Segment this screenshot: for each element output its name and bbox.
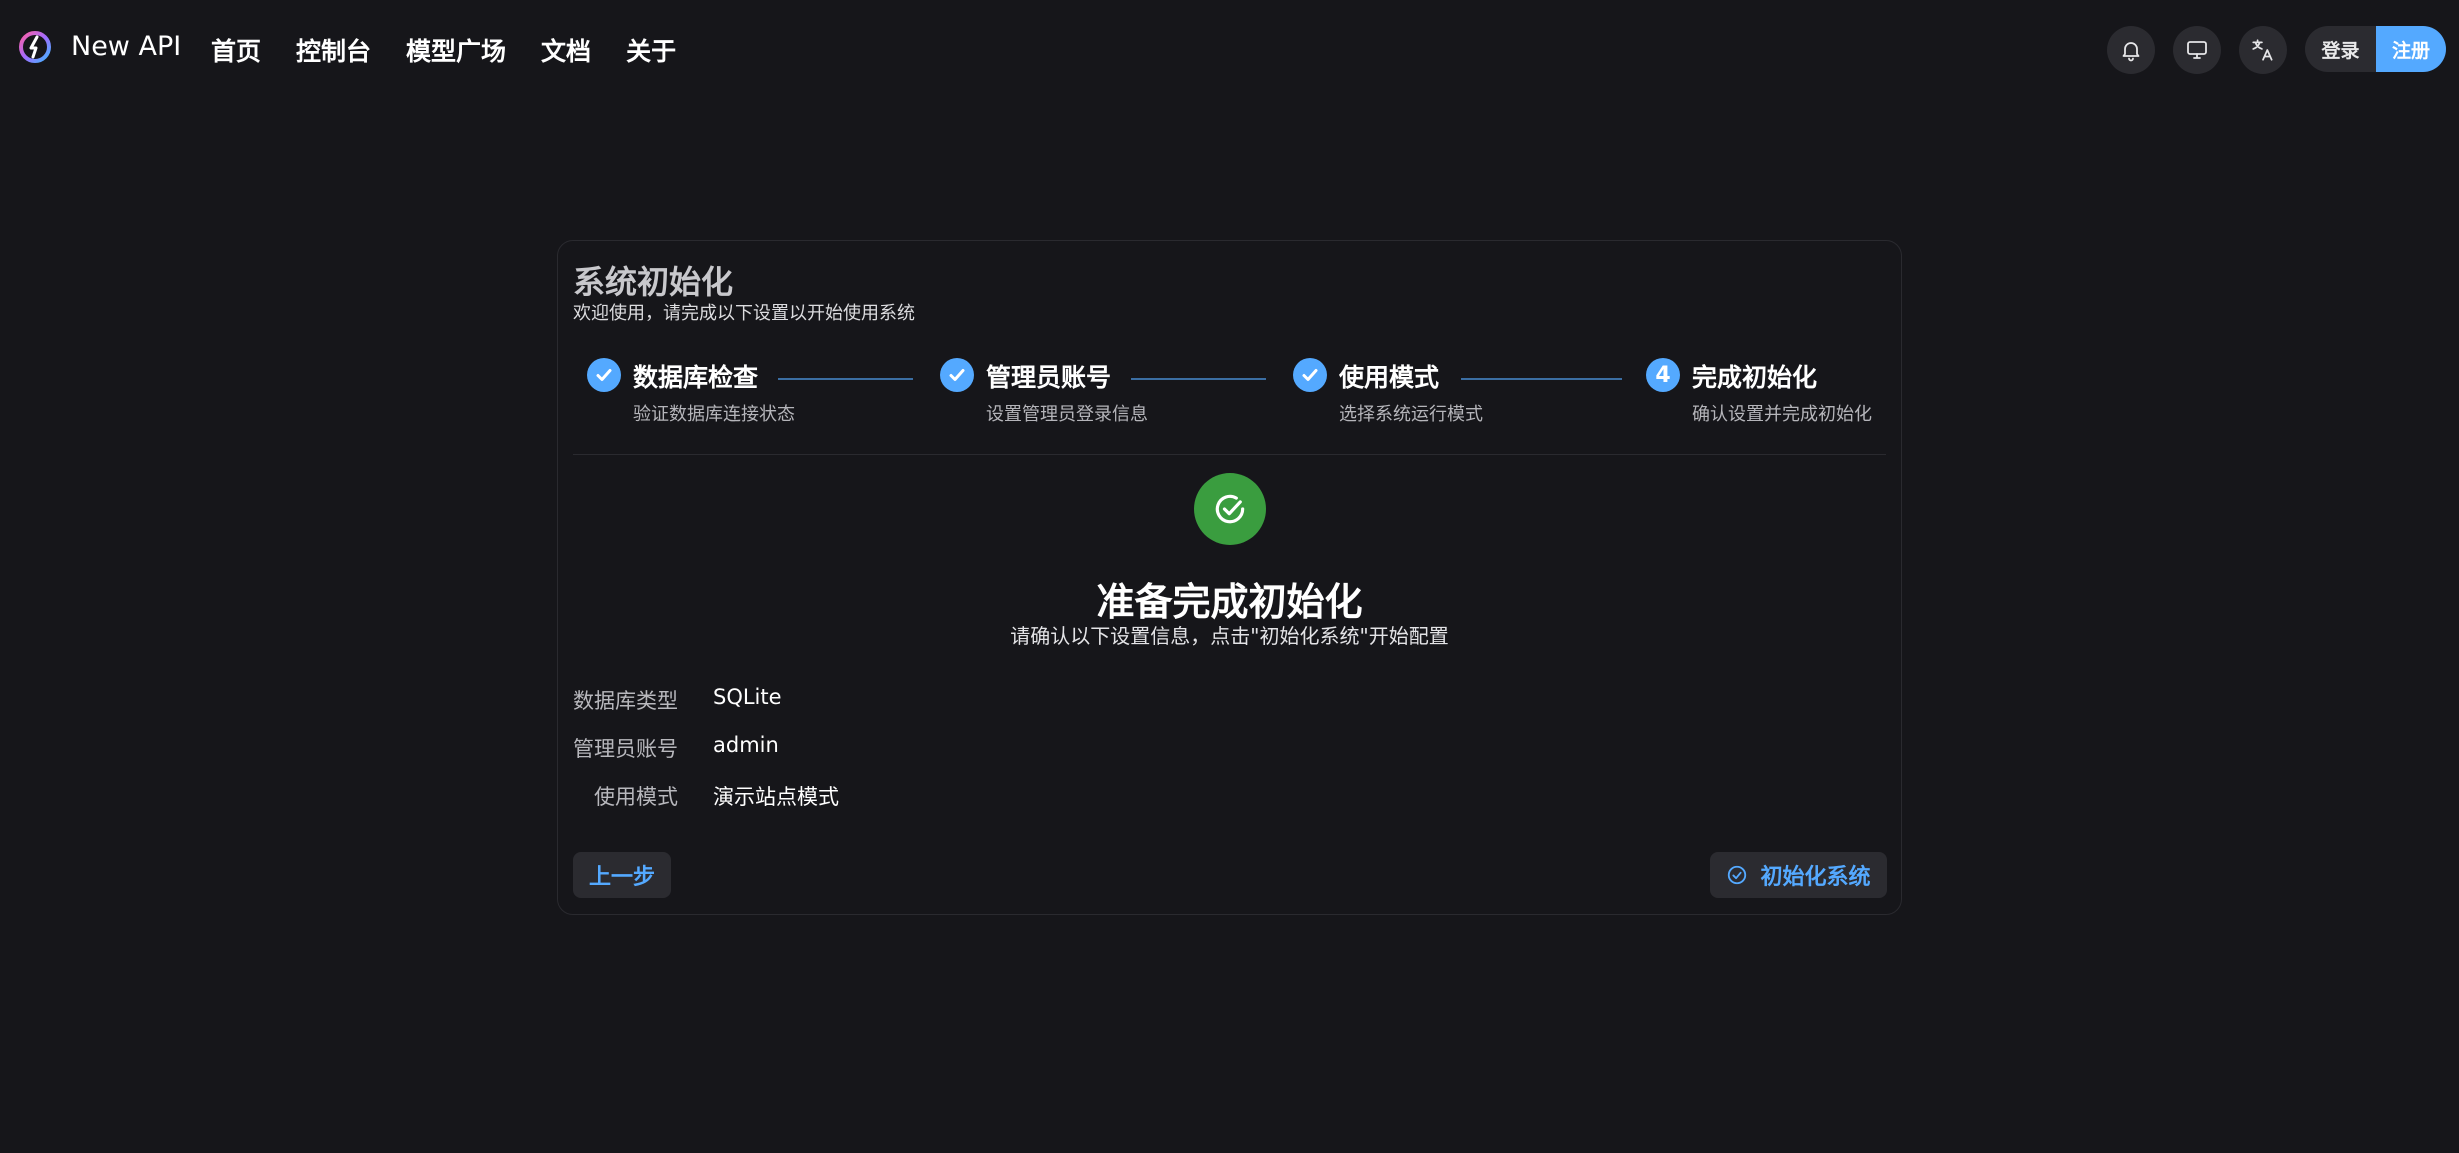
previous-step-button[interactable]: 上一步	[573, 852, 671, 898]
nav-about[interactable]: 关于	[626, 32, 676, 68]
divider	[573, 454, 1886, 455]
success-check-icon	[1194, 473, 1266, 545]
setup-title: 系统初始化	[573, 263, 734, 301]
summary-label: 数据库类型	[573, 689, 678, 713]
step-desc: 验证数据库连接状态	[633, 404, 795, 425]
nav-console[interactable]: 控制台	[296, 32, 371, 68]
nav-docs[interactable]: 文档	[541, 32, 591, 68]
step-title: 完成初始化	[1692, 363, 1818, 392]
bell-icon	[2122, 42, 2140, 62]
summary-row-database: 数据库类型 SQLite	[573, 685, 1173, 715]
top-navbar: New API 首页 控制台 模型广场 文档 关于 登录 注册	[0, 0, 2459, 100]
login-button[interactable]: 登录	[2305, 26, 2376, 72]
logo-icon	[19, 31, 51, 63]
step-desc: 选择系统运行模式	[1339, 404, 1483, 425]
step-connector	[778, 378, 913, 380]
theme-button[interactable]	[2173, 26, 2221, 74]
ready-subtitle: 请确认以下设置信息，点击"初始化系统"开始配置	[1010, 624, 1449, 648]
auth-buttons: 登录 注册	[2305, 26, 2446, 72]
setup-card: 系统初始化 欢迎使用，请完成以下设置以开始使用系统 数据库检查 验证数据库连接状…	[557, 240, 1902, 915]
setup-subtitle: 欢迎使用，请完成以下设置以开始使用系统	[573, 303, 915, 324]
notification-button[interactable]	[2107, 26, 2155, 74]
language-button[interactable]	[2239, 26, 2287, 74]
summary-value: 演示站点模式	[713, 785, 839, 809]
step-title: 数据库检查	[633, 363, 759, 392]
step-done-check-icon	[1293, 358, 1327, 392]
summary-value: admin	[713, 733, 779, 757]
check-circle-icon	[1726, 864, 1748, 886]
initialize-system-button[interactable]: 初始化系统	[1710, 852, 1887, 898]
summary-value: SQLite	[713, 685, 782, 709]
step-desc: 确认设置并完成初始化	[1692, 404, 1872, 425]
step-connector	[1131, 378, 1266, 380]
step-desc: 设置管理员登录信息	[986, 404, 1148, 425]
main-nav: 首页 控制台 模型广场 文档 关于	[211, 32, 711, 68]
brand[interactable]: New API	[17, 29, 181, 65]
app-name: New API	[71, 31, 182, 62]
translate-icon	[2252, 39, 2273, 61]
summary-row-admin: 管理员账号 admin	[573, 733, 1173, 763]
summary-label: 管理员账号	[573, 737, 678, 761]
step-title: 管理员账号	[986, 363, 1112, 392]
summary-label: 使用模式	[594, 785, 678, 809]
ready-title: 准备完成初始化	[1096, 580, 1363, 624]
nav-model-square[interactable]: 模型广场	[406, 32, 506, 68]
step-title: 使用模式	[1339, 363, 1440, 392]
summary-row-mode: 使用模式 演示站点模式	[573, 781, 1173, 811]
step-number: 4	[1646, 358, 1680, 392]
nav-home[interactable]: 首页	[211, 32, 261, 68]
initialize-system-label: 初始化系统	[1760, 865, 1871, 890]
step-done-check-icon	[587, 358, 621, 392]
register-button[interactable]: 注册	[2376, 26, 2446, 72]
step-done-check-icon	[940, 358, 974, 392]
monitor-icon	[2187, 41, 2207, 59]
step-connector	[1461, 378, 1622, 380]
